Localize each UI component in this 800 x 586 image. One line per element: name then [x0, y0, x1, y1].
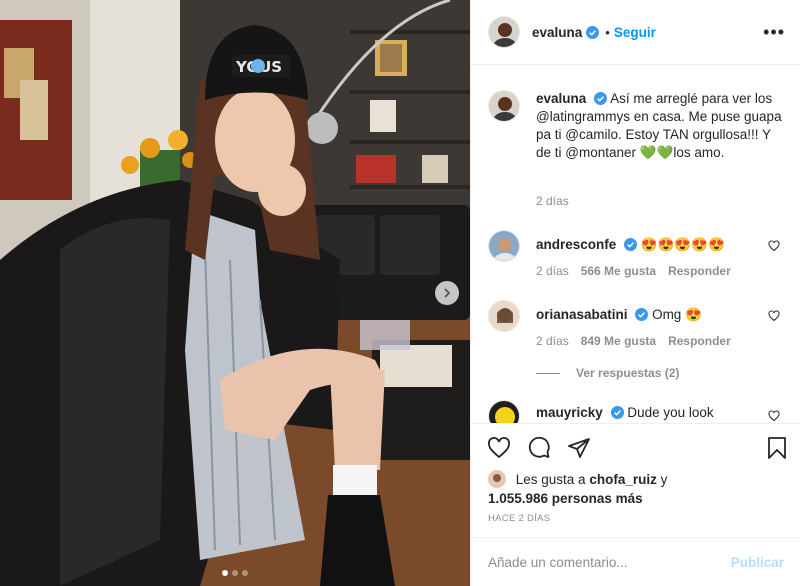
- liker-username[interactable]: chofa_ruiz: [589, 472, 657, 487]
- comments-list[interactable]: evaluna Así me arreglé para ver los @lat…: [471, 66, 800, 423]
- carousel-indicators: [0, 570, 470, 576]
- carousel-dot: [242, 570, 248, 576]
- post-photo[interactable]: YOUS: [0, 0, 470, 586]
- likes-count[interactable]: 1.055.986 personas más: [488, 491, 643, 506]
- comment-meta: 2 días 566 Me gusta Responder: [536, 264, 731, 278]
- post-side-panel: evaluna • Seguir ••• evaluna Así me arre…: [470, 0, 800, 586]
- comment-body: andresconfe 😍😍😍😍😍: [536, 236, 786, 254]
- comment-body: mauyricky Dude you look: [536, 404, 786, 422]
- author-avatar[interactable]: [488, 90, 520, 122]
- comment-text: Dude you look: [627, 405, 714, 420]
- like-comment-heart-icon[interactable]: [768, 240, 780, 252]
- comment-text: Omg 😍: [652, 307, 702, 322]
- instagram-post: YOUS evaluna: [0, 0, 800, 586]
- verified-badge-icon: [610, 406, 624, 419]
- like-comment-heart-icon[interactable]: [768, 410, 780, 422]
- view-replies-line: [536, 372, 560, 374]
- comment-avatar[interactable]: [488, 230, 520, 262]
- comment-time[interactable]: 2 días: [536, 334, 569, 348]
- reply-button[interactable]: Responder: [668, 264, 731, 278]
- author-username[interactable]: evaluna: [532, 25, 582, 40]
- likes-summary: Les gusta a chofa_ruiz y 1.055.986 perso…: [488, 470, 788, 508]
- like-comment-heart-icon[interactable]: [768, 310, 780, 322]
- verified-badge-icon: [594, 92, 608, 105]
- comment-meta: 2 días 849 Me gusta Responder: [536, 334, 731, 348]
- next-image-button[interactable]: [435, 281, 459, 305]
- likes-conjunction: y: [660, 472, 668, 487]
- avatar-image: [489, 91, 519, 121]
- avatar-image: [489, 17, 519, 47]
- avatar-image: [489, 301, 519, 331]
- more-options-button[interactable]: •••: [763, 22, 785, 43]
- like-heart-icon[interactable]: [487, 436, 511, 460]
- chevron-right-icon: [444, 288, 451, 298]
- comment-avatar[interactable]: [488, 300, 520, 332]
- verified-badge-icon: [635, 308, 649, 321]
- caption-username[interactable]: evaluna: [536, 91, 586, 106]
- comment-username[interactable]: mauyricky: [536, 405, 603, 420]
- avatar-image: [489, 231, 519, 261]
- follow-button[interactable]: Seguir: [614, 25, 656, 40]
- verified-badge-icon: [586, 25, 600, 39]
- share-paper-plane-icon[interactable]: [567, 436, 591, 460]
- header-separator: •: [605, 24, 610, 40]
- comment-likes[interactable]: 566 Me gusta: [581, 264, 656, 278]
- comment-username[interactable]: andresconfe: [536, 237, 616, 252]
- comment-input[interactable]: [488, 554, 731, 570]
- author-avatar[interactable]: [488, 16, 520, 48]
- comment-avatar[interactable]: [488, 400, 520, 423]
- verified-badge-icon: [624, 238, 638, 251]
- comment-body: orianasabatini Omg 😍: [536, 306, 786, 324]
- comment-bubble-icon[interactable]: [527, 436, 551, 460]
- avatar-image: [488, 470, 506, 488]
- post-timestamp[interactable]: HACE 2 DÍAS: [488, 513, 550, 524]
- comment-time[interactable]: 2 días: [536, 264, 569, 278]
- carousel-dot-active: [222, 570, 228, 576]
- add-comment-bar: Publicar: [471, 537, 800, 586]
- post-header: evaluna • Seguir •••: [471, 0, 800, 65]
- photo-scene: YOUS: [0, 0, 470, 586]
- avatar-image: [489, 401, 519, 423]
- caption-meta: 2 días: [536, 194, 569, 208]
- likes-prefix: Les gusta a: [515, 472, 586, 487]
- comment-likes[interactable]: 849 Me gusta: [581, 334, 656, 348]
- caption-time[interactable]: 2 días: [536, 194, 569, 208]
- view-replies-label: Ver respuestas (2): [576, 366, 680, 380]
- publish-button[interactable]: Publicar: [731, 555, 784, 570]
- comment-text: 😍😍😍😍😍: [640, 237, 725, 252]
- save-bookmark-icon[interactable]: [765, 436, 789, 460]
- carousel-dot: [232, 570, 238, 576]
- comment-username[interactable]: orianasabatini: [536, 307, 628, 322]
- reply-button[interactable]: Responder: [668, 334, 731, 348]
- post-actions: [471, 423, 800, 473]
- caption-body: evaluna Así me arreglé para ver los @lat…: [536, 90, 786, 162]
- view-replies-button[interactable]: Ver respuestas (2): [536, 366, 679, 380]
- liker-avatar[interactable]: [488, 470, 506, 488]
